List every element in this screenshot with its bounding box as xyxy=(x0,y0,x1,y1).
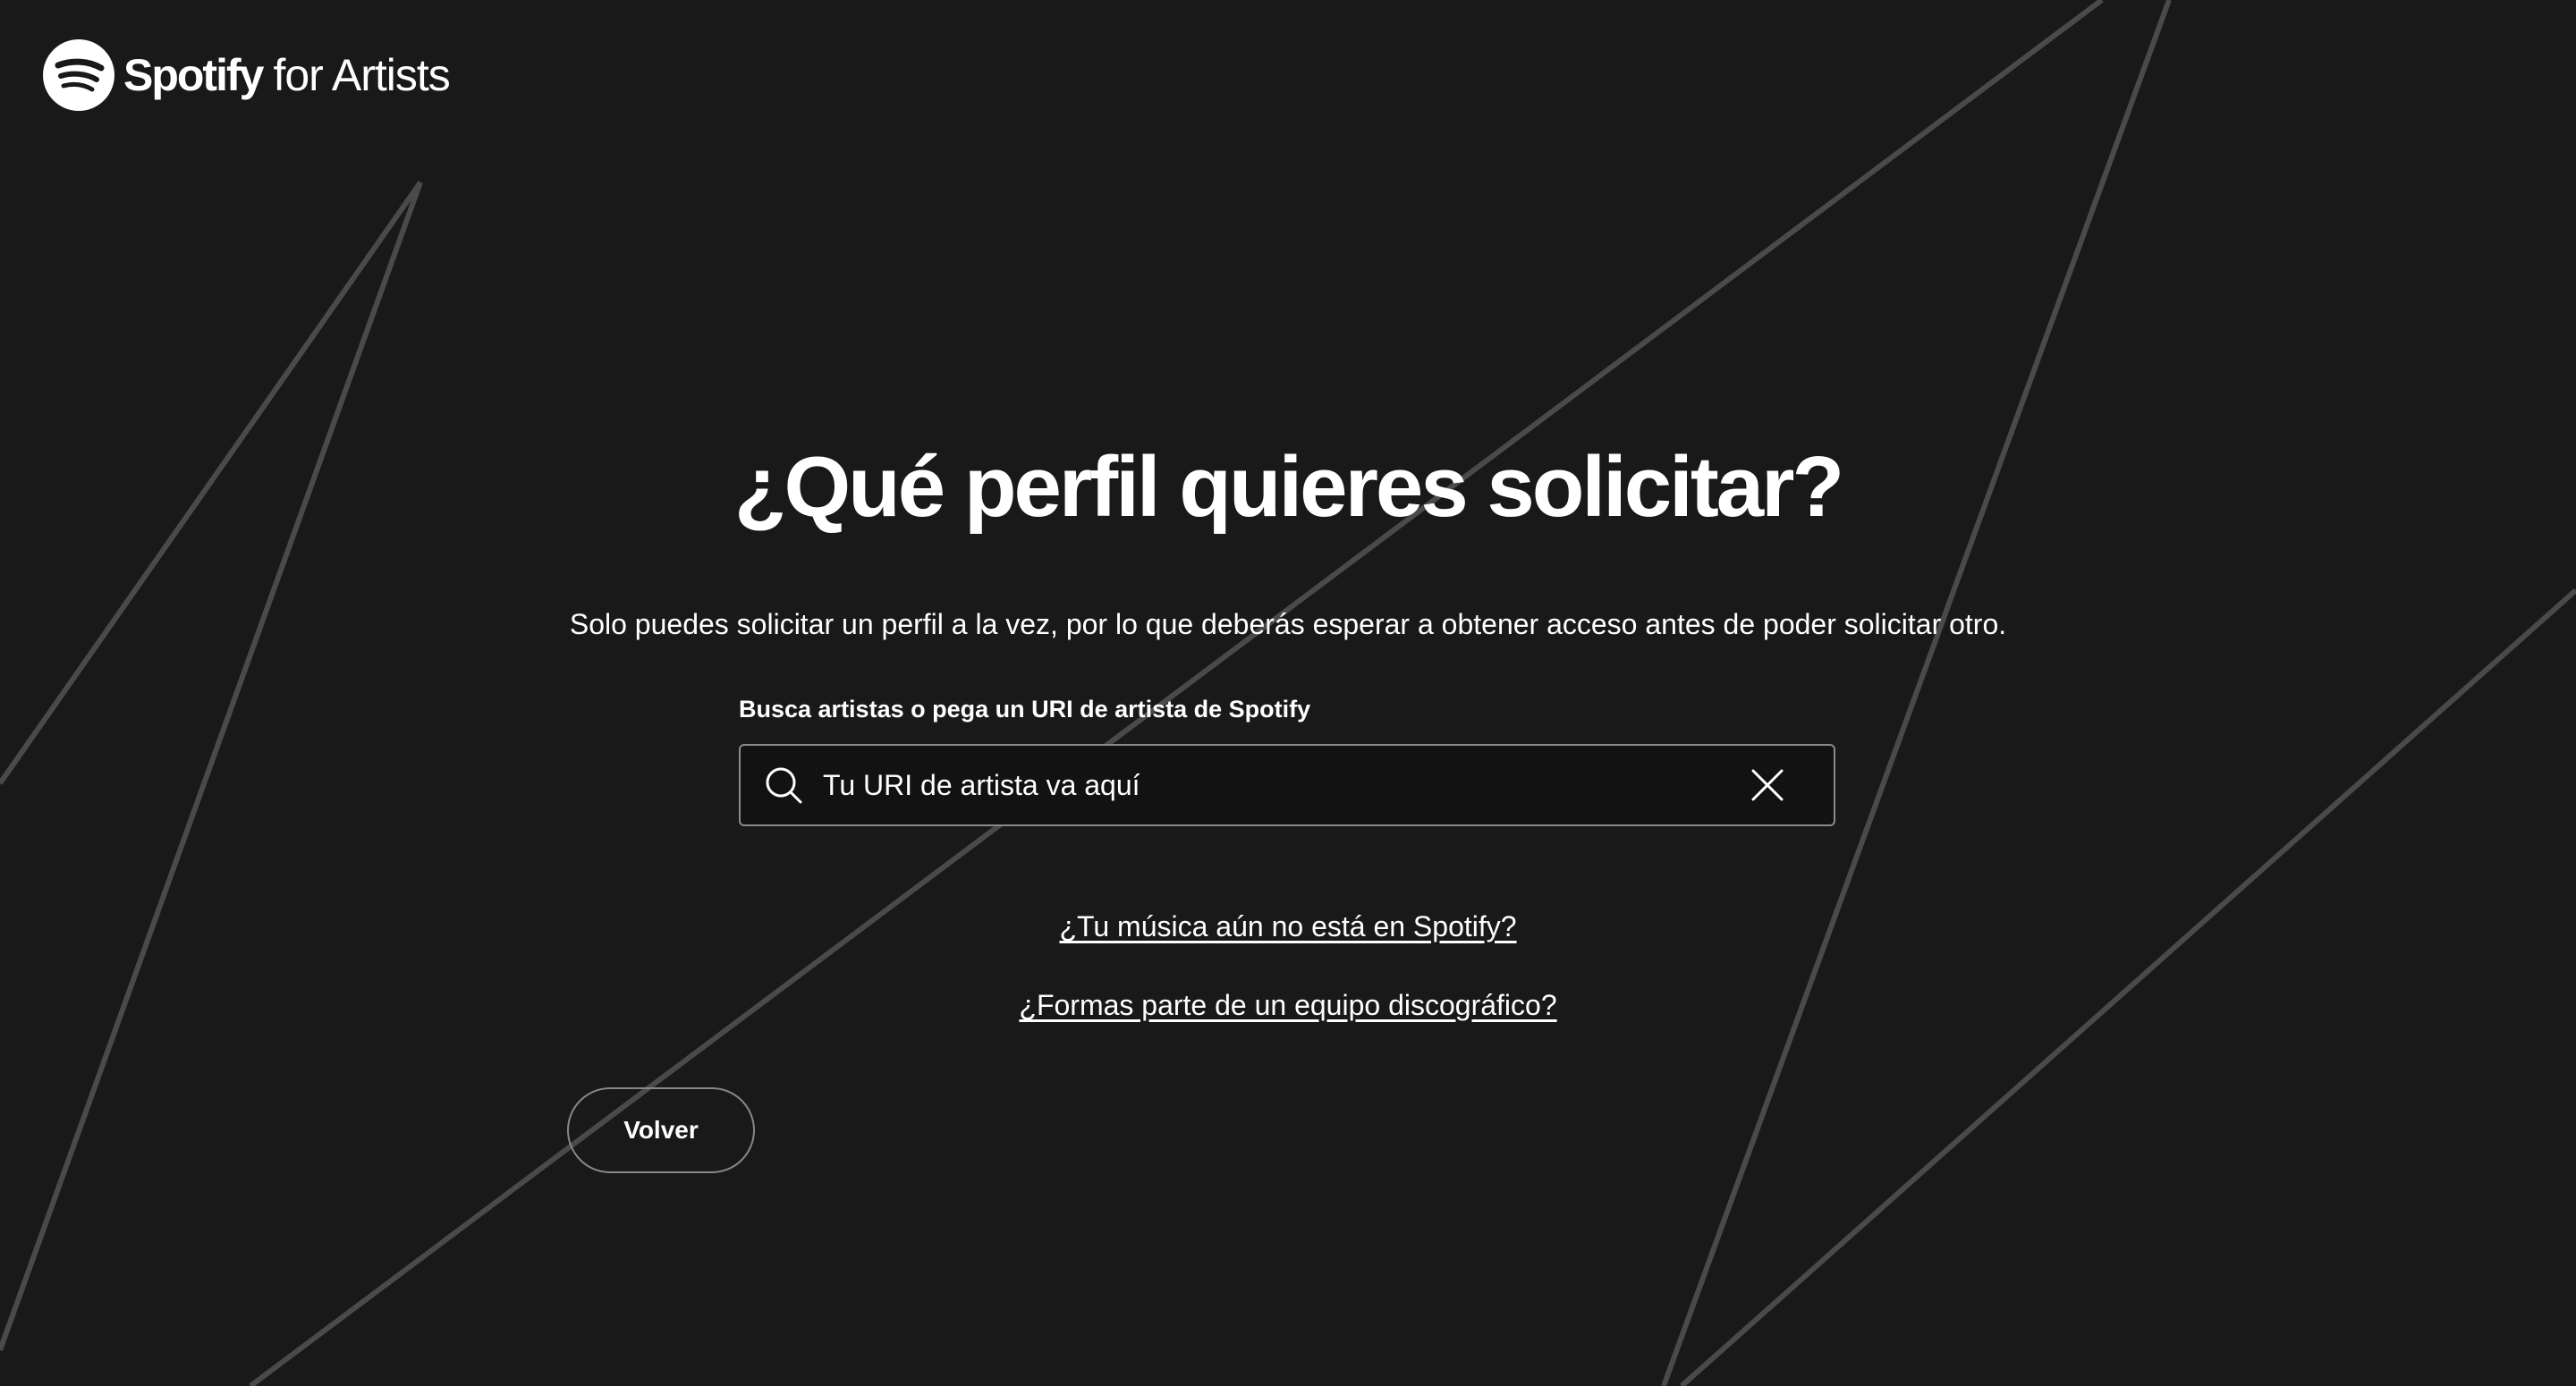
link-container: ¿Formas parte de un equipo discográfico? xyxy=(0,989,2576,1022)
clear-search-button[interactable] xyxy=(1742,760,1792,810)
background-line xyxy=(1680,587,2576,1386)
background-line xyxy=(0,181,423,1352)
search-field-label: Busca artistas o pega un URI de artista … xyxy=(739,696,1311,723)
search-icon xyxy=(766,767,802,804)
back-button[interactable]: Volver xyxy=(567,1087,755,1173)
spotify-for-artists-logo[interactable]: Spotify for Artists xyxy=(43,39,451,111)
link-container: ¿Tu música aún no está en Spotify? xyxy=(0,910,2576,943)
search-input[interactable] xyxy=(823,758,1742,812)
logo-suffix-text: for Artists xyxy=(273,50,450,100)
background-lines xyxy=(0,0,2576,1386)
background-line xyxy=(249,0,2104,1386)
label-team-link[interactable]: ¿Formas parte de un equipo discográfico? xyxy=(1019,989,1556,1021)
search-field[interactable] xyxy=(739,744,1835,826)
page: Spotify for Artists ¿Qué perfil quieres … xyxy=(0,0,2576,1386)
spotify-logo-icon xyxy=(43,39,114,111)
page-title: ¿Qué perfil quieres solicitar? xyxy=(733,439,1844,535)
music-not-on-spotify-link[interactable]: ¿Tu música aún no está en Spotify? xyxy=(1059,910,1516,942)
page-subtitle: Solo puedes solicitar un perfil a la vez… xyxy=(569,608,2007,640)
logo-brand-text: Spotify xyxy=(123,50,264,100)
close-icon xyxy=(1751,769,1784,801)
